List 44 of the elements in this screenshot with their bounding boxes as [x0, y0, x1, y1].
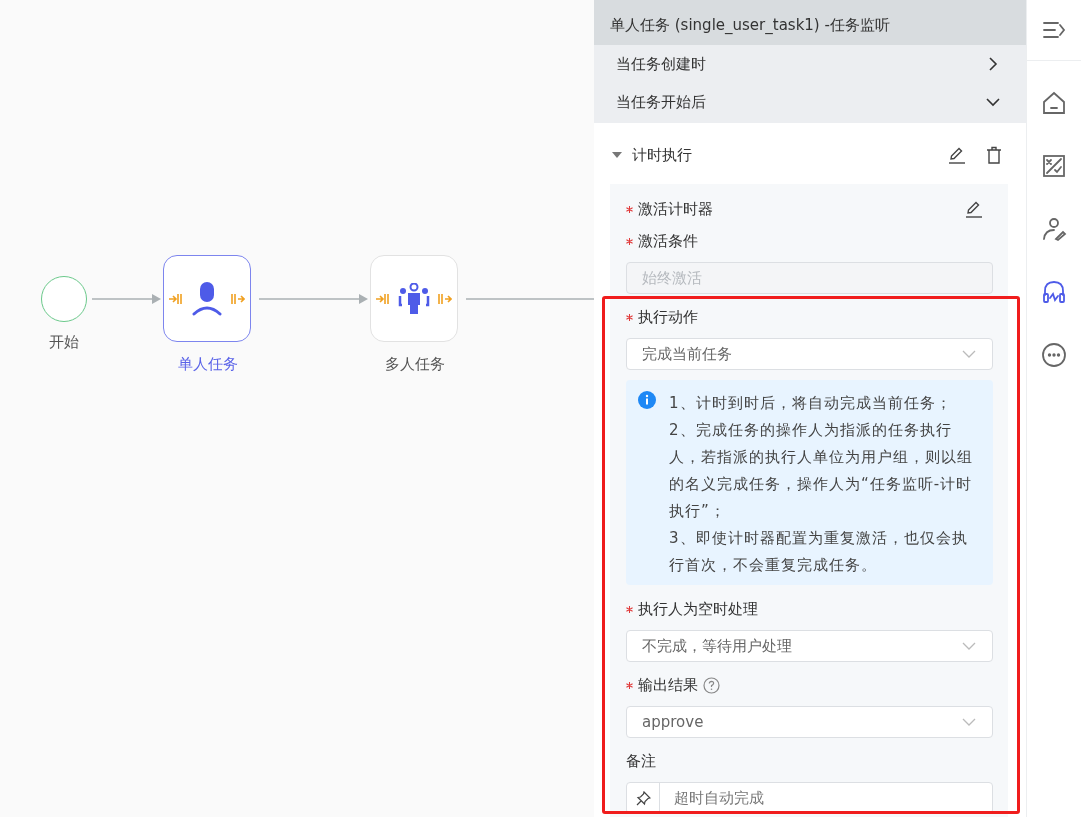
section-title: 计时执行 — [632, 145, 692, 165]
help-icon[interactable] — [703, 676, 720, 694]
node-label: 单人任务 — [177, 355, 239, 374]
trash-icon[interactable] — [986, 146, 1002, 164]
listener-icon[interactable] — [1041, 278, 1067, 305]
formula-icon[interactable] — [1041, 152, 1067, 179]
user-edit-icon[interactable] — [1041, 215, 1067, 242]
port-icon — [438, 293, 452, 305]
field-label: 备注 — [626, 751, 656, 771]
field-label: 执行人为空时处理 — [638, 599, 758, 619]
edit-icon[interactable] — [965, 200, 983, 218]
field-label: 输出结果 — [638, 675, 698, 695]
info-icon — [638, 391, 656, 409]
person-icon — [191, 281, 223, 316]
select-field[interactable]: approve — [626, 706, 993, 738]
select-field[interactable]: 完成当前任务 — [626, 338, 993, 370]
port-icon — [231, 293, 245, 305]
more-icon[interactable] — [1041, 341, 1067, 368]
chevron-down-icon — [962, 718, 976, 726]
info-text: 3、即使计时器配置为重复激活，也仅会执行首次，不会重复完成任务。 — [669, 528, 969, 576]
info-text: 2、完成任务的操作人为指派的任务执行人，若指派的执行人单位为用户组，则以组的名义完成任务，操作人为“任务监听-计时执行”； — [669, 420, 974, 522]
field-label: 激活计时器 — [638, 199, 713, 219]
field-label: 执行动作 — [638, 307, 698, 327]
chevron-down-icon — [962, 350, 976, 358]
select-field[interactable]: 不完成，等待用户处理 — [626, 630, 993, 662]
task-node[interactable] — [163, 255, 251, 342]
edit-icon[interactable] — [948, 146, 966, 164]
node-label: 多人任务 — [384, 355, 446, 374]
group-icon — [398, 282, 430, 315]
port-icon — [376, 293, 390, 305]
trigger-row[interactable]: 当任务创建时 — [594, 45, 1026, 83]
panel-title: 单人任务 (single_user_task1) -任务监听 — [594, 0, 1026, 45]
field-label: 激活条件 — [638, 231, 698, 251]
info-text: 1、计时到时后，将自动完成当前任务； — [669, 393, 953, 414]
pin-icon — [635, 790, 651, 806]
node-label: 开始 — [48, 333, 80, 352]
caret-icon[interactable] — [612, 151, 622, 159]
remark-input[interactable]: 超时自动完成 — [626, 782, 993, 814]
port-icon — [169, 293, 183, 305]
connector-arrow — [91, 294, 161, 304]
trigger-row[interactable]: 当任务开始后 — [594, 83, 1026, 121]
start-event-circle[interactable] — [41, 276, 87, 322]
chevron-down-icon — [962, 642, 976, 650]
home-icon[interactable] — [1041, 89, 1067, 116]
